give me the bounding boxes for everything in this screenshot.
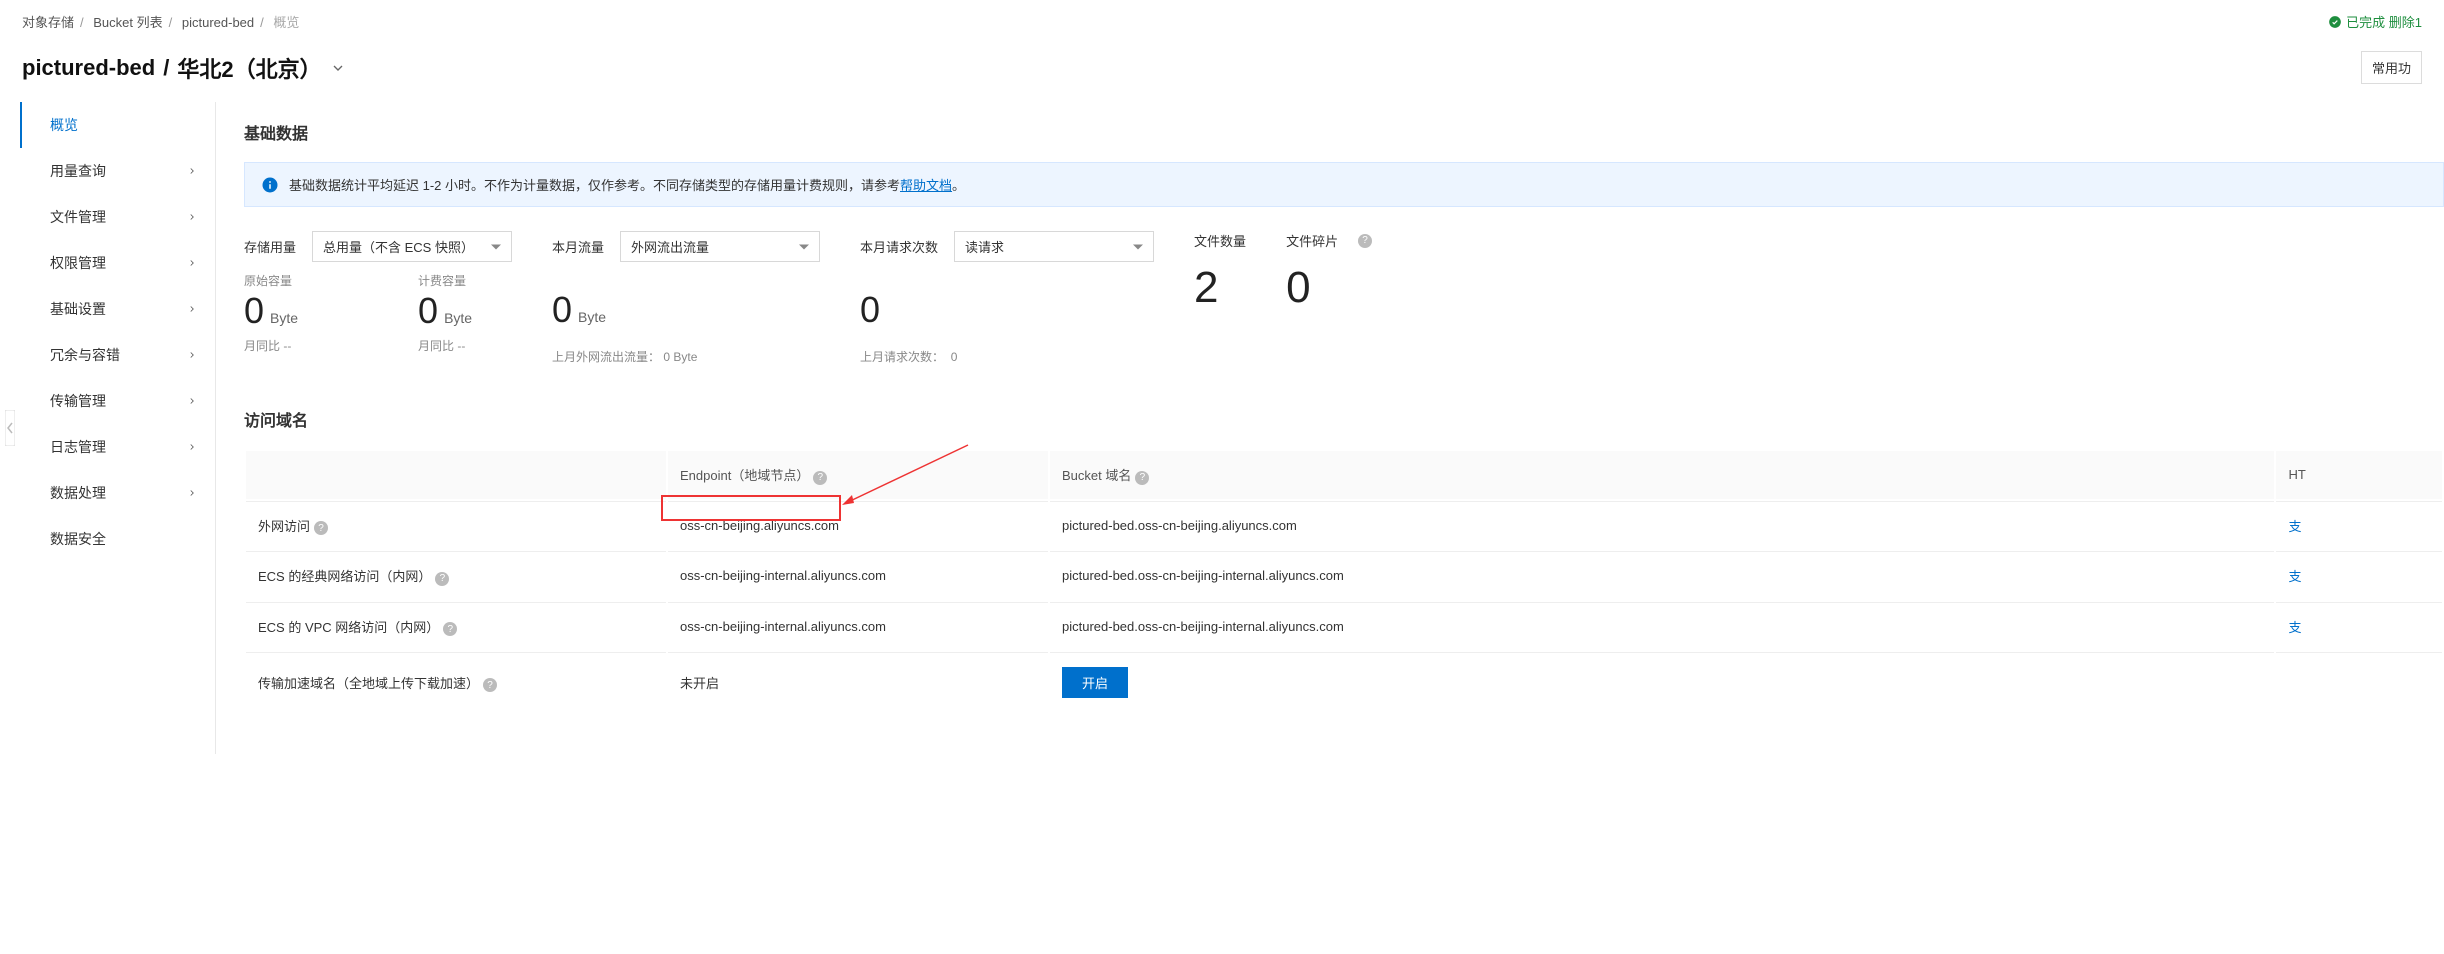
endpoint-cell: oss-cn-beijing.aliyuncs.com [668, 501, 1048, 550]
help-icon[interactable]: ? [483, 678, 497, 692]
sidebar: 概览用量查询文件管理权限管理基础设置冗余与容错传输管理日志管理数据处理数据安全 [20, 102, 216, 754]
sidebar-item-label: 冗余与容错 [50, 345, 120, 365]
stat-requests: 本月请求次数 读请求 0 上月请求次数： 0 [860, 231, 1154, 365]
sidebar-item-label: 数据安全 [50, 529, 106, 549]
bucket-domain-cell: pictured-bed.oss-cn-beijing-internal.ali… [1050, 602, 2274, 651]
sidebar-item-4[interactable]: 基础设置 [20, 286, 215, 332]
bucket-domain-cell: pictured-bed.oss-cn-beijing.aliyuncs.com [1050, 501, 2274, 550]
chevron-right-icon [187, 396, 197, 406]
sidebar-item-label: 数据处理 [50, 483, 106, 503]
chevron-right-icon [187, 166, 197, 176]
status-tag: 已完成 删除1 [2328, 12, 2422, 31]
chevron-right-icon [187, 350, 197, 360]
help-icon[interactable]: ? [314, 521, 328, 535]
help-doc-link[interactable]: 帮助文档 [900, 178, 952, 193]
row-action[interactable]: 支 [2288, 620, 2301, 635]
breadcrumb-current: 概览 [273, 15, 299, 30]
breadcrumb: 对象存储/ Bucket 列表/ pictured-bed/ 概览 [22, 12, 299, 31]
sidebar-item-label: 用量查询 [50, 161, 106, 181]
files-value: 2 [1194, 266, 1218, 310]
stat-traffic: 本月流量 外网流出流量 0Byte 上月外网流出流量： 0 Byte [552, 231, 820, 365]
storage-select[interactable]: 总用量（不含 ECS 快照） [312, 231, 512, 262]
help-icon[interactable]: ? [1358, 234, 1372, 248]
help-icon[interactable]: ? [1135, 471, 1149, 485]
check-circle-icon [2328, 15, 2342, 29]
table-row: ECS 的 VPC 网络访问（内网）?oss-cn-beijing-intern… [246, 602, 2442, 651]
domain-table: Endpoint（地域节点）? Bucket 域名? HT 外网访问?oss-c… [244, 449, 2444, 714]
chevron-right-icon [187, 304, 197, 314]
help-icon[interactable]: ? [435, 572, 449, 586]
table-row: 外网访问?oss-cn-beijing.aliyuncs.compictured… [246, 501, 2442, 550]
section-basic-data: 基础数据 [244, 102, 2444, 162]
stat-storage: 存储用量 总用量（不含 ECS 快照） 原始容量 0Byte 月同比 -- 计费… [244, 231, 512, 365]
sidebar-item-label: 概览 [50, 115, 78, 135]
table-row: 传输加速域名（全地域上传下载加速）?未开启开启 [246, 652, 2442, 712]
chevron-right-icon [187, 442, 197, 452]
chevron-down-icon[interactable] [330, 60, 346, 76]
sidebar-collapse-handle[interactable] [0, 102, 20, 754]
sidebar-item-5[interactable]: 冗余与容错 [20, 332, 215, 378]
endpoint-cell: oss-cn-beijing-internal.aliyuncs.com [668, 602, 1048, 651]
page-title: pictured-bed/华北2（北京） [22, 52, 346, 84]
sidebar-item-label: 日志管理 [50, 437, 106, 457]
table-row: ECS 的经典网络访问（内网）?oss-cn-beijing-internal.… [246, 551, 2442, 600]
sidebar-item-8[interactable]: 数据处理 [20, 470, 215, 516]
sidebar-item-1[interactable]: 用量查询 [20, 148, 215, 194]
breadcrumb-root[interactable]: 对象存储 [22, 15, 74, 30]
info-icon [261, 176, 279, 194]
endpoint-cell: 未开启 [668, 652, 1048, 712]
bucket-domain-cell: pictured-bed.oss-cn-beijing-internal.ali… [1050, 551, 2274, 600]
enable-button[interactable]: 开启 [1062, 667, 1128, 698]
sidebar-item-6[interactable]: 传输管理 [20, 378, 215, 424]
sidebar-item-label: 权限管理 [50, 253, 106, 273]
sidebar-item-label: 基础设置 [50, 299, 106, 319]
section-access-domain: 访问域名 [244, 389, 2444, 449]
storage-raw-value: 0 [244, 293, 264, 329]
chevron-right-icon [187, 488, 197, 498]
row-action[interactable]: 支 [2288, 519, 2301, 534]
info-alert: 基础数据统计平均延迟 1-2 小时。不作为计量数据，仅作参考。不同存储类型的存储… [244, 162, 2444, 207]
chevron-right-icon [187, 212, 197, 222]
storage-billed-value: 0 [418, 293, 438, 329]
requests-select[interactable]: 读请求 [954, 231, 1154, 262]
breadcrumb-bucket-list[interactable]: Bucket 列表 [93, 15, 162, 30]
sidebar-item-3[interactable]: 权限管理 [20, 240, 215, 286]
sidebar-item-9[interactable]: 数据安全 [20, 516, 215, 562]
traffic-select[interactable]: 外网流出流量 [620, 231, 820, 262]
breadcrumb-bucket[interactable]: pictured-bed [182, 15, 254, 30]
frequent-functions-button[interactable]: 常用功 [2361, 51, 2422, 84]
stat-fragments: 文件碎片? 0 [1286, 231, 1372, 365]
sidebar-item-7[interactable]: 日志管理 [20, 424, 215, 470]
stat-files: 文件数量 2 [1194, 231, 1246, 365]
requests-value: 0 [860, 292, 880, 328]
help-icon[interactable]: ? [813, 471, 827, 485]
chevron-right-icon [187, 258, 197, 268]
fragments-value: 0 [1286, 266, 1310, 310]
sidebar-item-label: 传输管理 [50, 391, 106, 411]
sidebar-item-2[interactable]: 文件管理 [20, 194, 215, 240]
alert-text: 基础数据统计平均延迟 1-2 小时。不作为计量数据，仅作参考。不同存储类型的存储… [289, 178, 900, 193]
row-action[interactable]: 支 [2288, 569, 2301, 584]
traffic-value: 0 [552, 292, 572, 328]
sidebar-item-label: 文件管理 [50, 207, 106, 227]
endpoint-cell: oss-cn-beijing-internal.aliyuncs.com [668, 551, 1048, 600]
help-icon[interactable]: ? [443, 622, 457, 636]
sidebar-item-0[interactable]: 概览 [20, 102, 215, 148]
